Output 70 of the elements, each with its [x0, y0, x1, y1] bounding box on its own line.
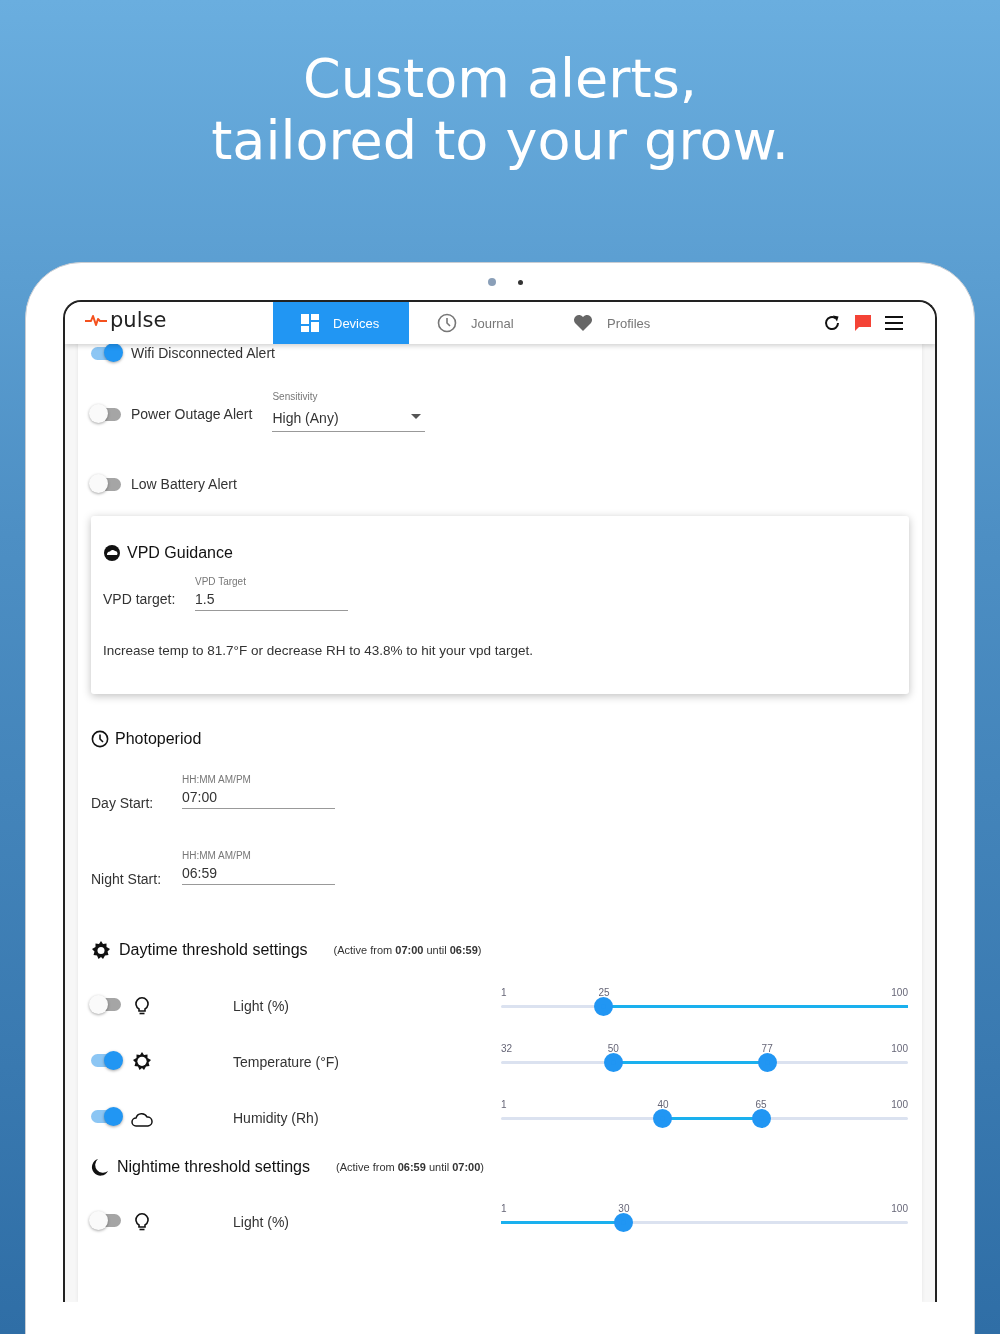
pulse-logo-icon	[84, 313, 108, 327]
toggle-switch[interactable]	[91, 407, 121, 421]
slider-value-label: 65	[755, 1099, 767, 1110]
slider-thumb[interactable]	[603, 1053, 623, 1072]
slider-value-label: 25	[598, 987, 610, 998]
slider-max-label: 100	[891, 1203, 908, 1214]
metric-label: Humidity (Rh)	[233, 1110, 320, 1126]
toggle-switch[interactable]	[91, 477, 121, 491]
section-title: Nightime threshold settings	[117, 1158, 310, 1176]
time-field[interactable]: HH:MM AM/PM 06:59	[182, 850, 335, 885]
vpd-message: Increase temp to 81.7°F or decrease RH to 43.8% to hit your vpd target.	[103, 643, 535, 658]
active-hours-note: (Active from 06:59 until 07:00)	[336, 1161, 484, 1173]
slider-thumb[interactable]	[594, 997, 614, 1016]
field-label: VPD target:	[103, 591, 177, 609]
caret-icon	[411, 413, 422, 419]
slider-min-label: 1	[501, 1203, 507, 1214]
moon-icon	[91, 1158, 109, 1176]
metric-label: Light (%)	[233, 1214, 291, 1230]
toggle-switch[interactable]	[91, 998, 121, 1011]
toggle-switch[interactable]	[91, 1110, 121, 1123]
alert-label: Low Battery Alert	[131, 476, 237, 492]
nav-tab[interactable]: Profiles	[545, 302, 681, 344]
slider-max-label: 100	[891, 987, 908, 998]
section-title: VPD Guidance	[127, 544, 233, 562]
slider-min-label: 1	[501, 1099, 507, 1110]
nav-tab[interactable]: Journal	[409, 302, 545, 344]
alert-label: Power Outage Alert	[131, 406, 253, 422]
toggle-switch[interactable]	[91, 1214, 121, 1227]
toggle-switch[interactable]	[91, 1054, 121, 1067]
vpd-target-field[interactable]: VPD Target 1.5	[195, 576, 348, 611]
chat-icon[interactable]	[853, 313, 873, 333]
slider-max-label: 100	[891, 1043, 908, 1054]
slider-thumb[interactable]	[614, 1213, 634, 1232]
headline: Custom alerts, tailored to your grow.	[210, 46, 790, 174]
slider-thumb[interactable]	[653, 1109, 673, 1128]
lightbulb-icon	[135, 996, 149, 1015]
metric-label: Light (%)	[233, 998, 291, 1014]
toggle-switch[interactable]	[91, 346, 121, 360]
alert-label: Wifi Disconnected Alert	[131, 345, 275, 361]
slider-min-label: 1	[501, 987, 507, 998]
metric-label: Temperature (°F)	[233, 1054, 340, 1070]
lightbulb-icon	[135, 1212, 149, 1231]
camera-dot	[487, 278, 496, 286]
app-logo: pulse	[110, 308, 167, 332]
active-hours-note: (Active from 07:00 until 06:59)	[333, 944, 482, 956]
refresh-icon[interactable]	[823, 314, 841, 332]
section-title: Daytime threshold settings	[119, 941, 308, 959]
field-label: Day Start:	[91, 795, 155, 811]
slider-value-label: 40	[657, 1099, 669, 1110]
slider-thumb[interactable]	[751, 1109, 771, 1128]
slider-max-label: 100	[891, 1099, 908, 1110]
vpd-icon	[103, 544, 121, 562]
grid-icon	[301, 314, 319, 332]
sensitivity-dropdown[interactable]: Sensitivity High (Any)	[272, 390, 426, 432]
time-field[interactable]: HH:MM AM/PM 07:00	[182, 774, 335, 809]
slider-thumb[interactable]	[757, 1053, 777, 1072]
sensor-dot	[517, 279, 523, 285]
slider-min-label: 32	[501, 1043, 513, 1054]
clock-icon	[437, 313, 457, 333]
menu-icon[interactable]	[885, 316, 903, 330]
heart-icon	[573, 314, 593, 332]
section-title: Photoperiod	[115, 730, 202, 748]
clock-icon	[91, 730, 109, 748]
slider-value-label: 50	[607, 1043, 619, 1054]
sun-icon	[132, 1051, 152, 1071]
field-label: Night Start:	[91, 871, 163, 887]
slider-value-label: 77	[761, 1043, 773, 1054]
cloud-icon	[131, 1112, 153, 1127]
gear-icon	[91, 940, 111, 960]
slider-value-label: 30	[618, 1203, 630, 1214]
